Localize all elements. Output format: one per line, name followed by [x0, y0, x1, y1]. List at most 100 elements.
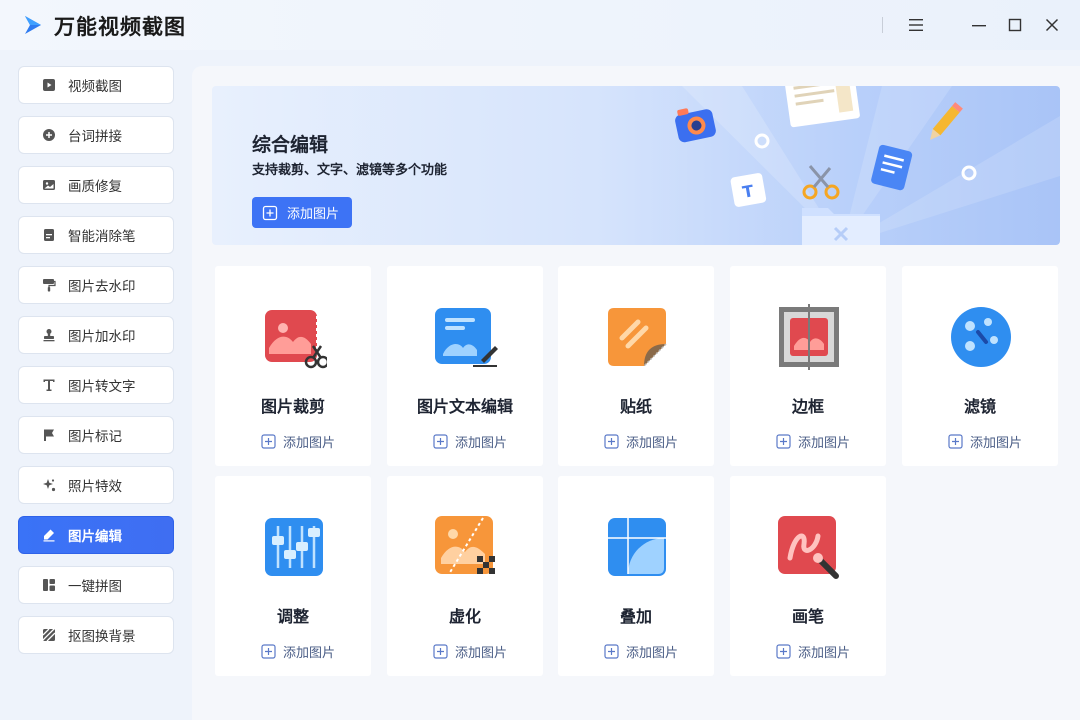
- blur-icon: [435, 516, 495, 575]
- app-logo-icon: [25, 16, 41, 34]
- card-title: 叠加: [619, 607, 652, 626]
- sidebar-item-label: 抠图换背景: [68, 629, 136, 645]
- sticker-icon: [608, 308, 667, 367]
- close-button[interactable]: [1037, 10, 1067, 40]
- sidebar-item-label: 图片标记: [68, 429, 122, 445]
- menu-icon: [909, 19, 923, 31]
- image-icon: [40, 176, 58, 194]
- sidebar-item-one-click-collage[interactable]: 一键拼图: [18, 566, 174, 604]
- card-add-image-link[interactable]: 添加图片: [948, 432, 1022, 451]
- card-add-label: 添加图片: [626, 436, 679, 451]
- card-blur[interactable]: 虚化 添加图片: [387, 476, 543, 676]
- maximize-icon: [1008, 18, 1022, 32]
- banner-illustration: T: [675, 86, 1060, 245]
- sidebar-item-add-watermark[interactable]: 图片加水印: [18, 316, 174, 354]
- card-add-image-link[interactable]: 添加图片: [604, 642, 678, 661]
- stamp-icon: [40, 326, 58, 344]
- collage-icon: [40, 576, 58, 594]
- card-title: 图片裁剪: [260, 397, 325, 416]
- play-square-icon: [40, 76, 58, 94]
- paint-roller-icon: [40, 276, 58, 294]
- add-image-icon: [604, 644, 619, 659]
- border-frame-icon: [779, 304, 839, 370]
- card-add-label: 添加图片: [283, 646, 336, 661]
- card-add-label: 添加图片: [798, 436, 851, 451]
- banner-button-label: 添加图片: [287, 207, 340, 222]
- sidebar-item-cutout-background[interactable]: 抠图换背景: [18, 616, 174, 654]
- sidebar-item-photo-effects[interactable]: 照片特效: [18, 466, 174, 504]
- title-bar: 万能视频截图: [0, 0, 1080, 50]
- adjust-sliders-icon: [265, 518, 323, 576]
- card-add-image-link[interactable]: 添加图片: [604, 432, 678, 451]
- sidebar-item-label: 图片去水印: [68, 279, 136, 295]
- card-overlay[interactable]: 叠加 添加图片: [558, 476, 714, 676]
- sidebar-item-image-to-text[interactable]: 图片转文字: [18, 366, 174, 404]
- sidebar-item-remove-watermark[interactable]: 图片去水印: [18, 266, 174, 304]
- pen-edit-icon: [40, 526, 58, 544]
- sidebar-item-image-mark[interactable]: 图片标记: [18, 416, 174, 454]
- card-add-label: 添加图片: [283, 436, 336, 451]
- sidebar-item-label: 图片加水印: [68, 329, 136, 345]
- card-sticker[interactable]: 贴纸 添加图片: [558, 266, 714, 466]
- add-image-icon: [433, 644, 448, 659]
- sidebar-item-label: 智能消除笔: [68, 229, 136, 245]
- card-add-image-link[interactable]: 添加图片: [261, 642, 335, 661]
- plus-circle-icon: [40, 126, 58, 144]
- sidebar-item-smart-eraser[interactable]: 智能消除笔: [18, 216, 174, 254]
- overlay-icon: [608, 518, 666, 576]
- card-add-image-link[interactable]: 添加图片: [776, 642, 850, 661]
- banner-subtitle: 支持裁剪、文字、滤镜等多个功能: [252, 163, 448, 178]
- minimize-button[interactable]: [964, 10, 994, 40]
- sidebar-item-label: 画质修复: [68, 179, 122, 195]
- sidebar-item-subtitle-stitch[interactable]: 台词拼接: [18, 116, 174, 154]
- main-content: 综合编辑 支持裁剪、文字、滤镜等多个功能 添加图片 T 图片裁剪 添加图片 图片…: [192, 66, 1080, 720]
- minimize-icon: [972, 25, 986, 27]
- card-add-label: 添加图片: [455, 646, 508, 661]
- banner-add-image-button[interactable]: 添加图片: [252, 197, 352, 228]
- sidebar-item-label: 照片特效: [68, 479, 122, 495]
- sidebar: 视频截图 台词拼接 画质修复 智能消除笔 图片去水印 图片加水印 图片转文字 图…: [0, 50, 192, 720]
- card-add-image-link[interactable]: 添加图片: [433, 432, 507, 451]
- sidebar-item-image-edit[interactable]: 图片编辑: [18, 516, 174, 554]
- card-image-crop[interactable]: 图片裁剪 添加图片: [215, 266, 371, 466]
- card-add-image-link[interactable]: 添加图片: [433, 642, 507, 661]
- card-add-label: 添加图片: [626, 646, 679, 661]
- add-image-icon: [948, 434, 963, 449]
- card-add-image-link[interactable]: 添加图片: [261, 432, 335, 451]
- card-image-text-edit[interactable]: 图片文本编辑 添加图片: [387, 266, 543, 466]
- filter-icon: [951, 307, 1011, 367]
- document-icon: [40, 226, 58, 244]
- banner-title: 综合编辑: [252, 134, 329, 156]
- card-add-label: 添加图片: [798, 646, 851, 661]
- sidebar-item-label: 台词拼接: [68, 129, 122, 145]
- flag-icon: [40, 426, 58, 444]
- card-border-frame[interactable]: 边框 添加图片: [730, 266, 886, 466]
- card-add-image-link[interactable]: 添加图片: [776, 432, 850, 451]
- add-image-icon: [776, 434, 791, 449]
- card-title: 边框: [791, 397, 824, 416]
- add-image-icon: [776, 644, 791, 659]
- sidebar-item-label: 图片转文字: [68, 379, 136, 395]
- sparkle-icon: [40, 476, 58, 494]
- add-image-icon: [433, 434, 448, 449]
- text-edit-icon: [435, 308, 498, 367]
- card-adjust[interactable]: 调整 添加图片: [215, 476, 371, 676]
- add-image-icon: [262, 205, 278, 220]
- add-image-icon: [261, 644, 276, 659]
- sidebar-item-quality-repair[interactable]: 画质修复: [18, 166, 174, 204]
- feature-banner: 综合编辑 支持裁剪、文字、滤镜等多个功能 添加图片 T: [212, 86, 1060, 245]
- add-image-icon: [261, 434, 276, 449]
- card-title: 图片文本编辑: [416, 397, 513, 416]
- crop-icon: [265, 310, 327, 369]
- brush-icon: [778, 516, 839, 579]
- sidebar-item-video-screenshot[interactable]: 视频截图: [18, 66, 174, 104]
- card-title: 画笔: [791, 607, 824, 626]
- card-filter[interactable]: 滤镜 添加图片: [902, 266, 1058, 466]
- card-brush[interactable]: 画笔 添加图片: [730, 476, 886, 676]
- sidebar-item-label: 视频截图: [68, 79, 122, 95]
- menu-button[interactable]: [901, 10, 931, 40]
- maximize-button[interactable]: [1000, 10, 1030, 40]
- sidebar-item-label: 一键拼图: [68, 579, 122, 595]
- card-title: 调整: [276, 607, 309, 626]
- card-title: 虚化: [448, 607, 481, 626]
